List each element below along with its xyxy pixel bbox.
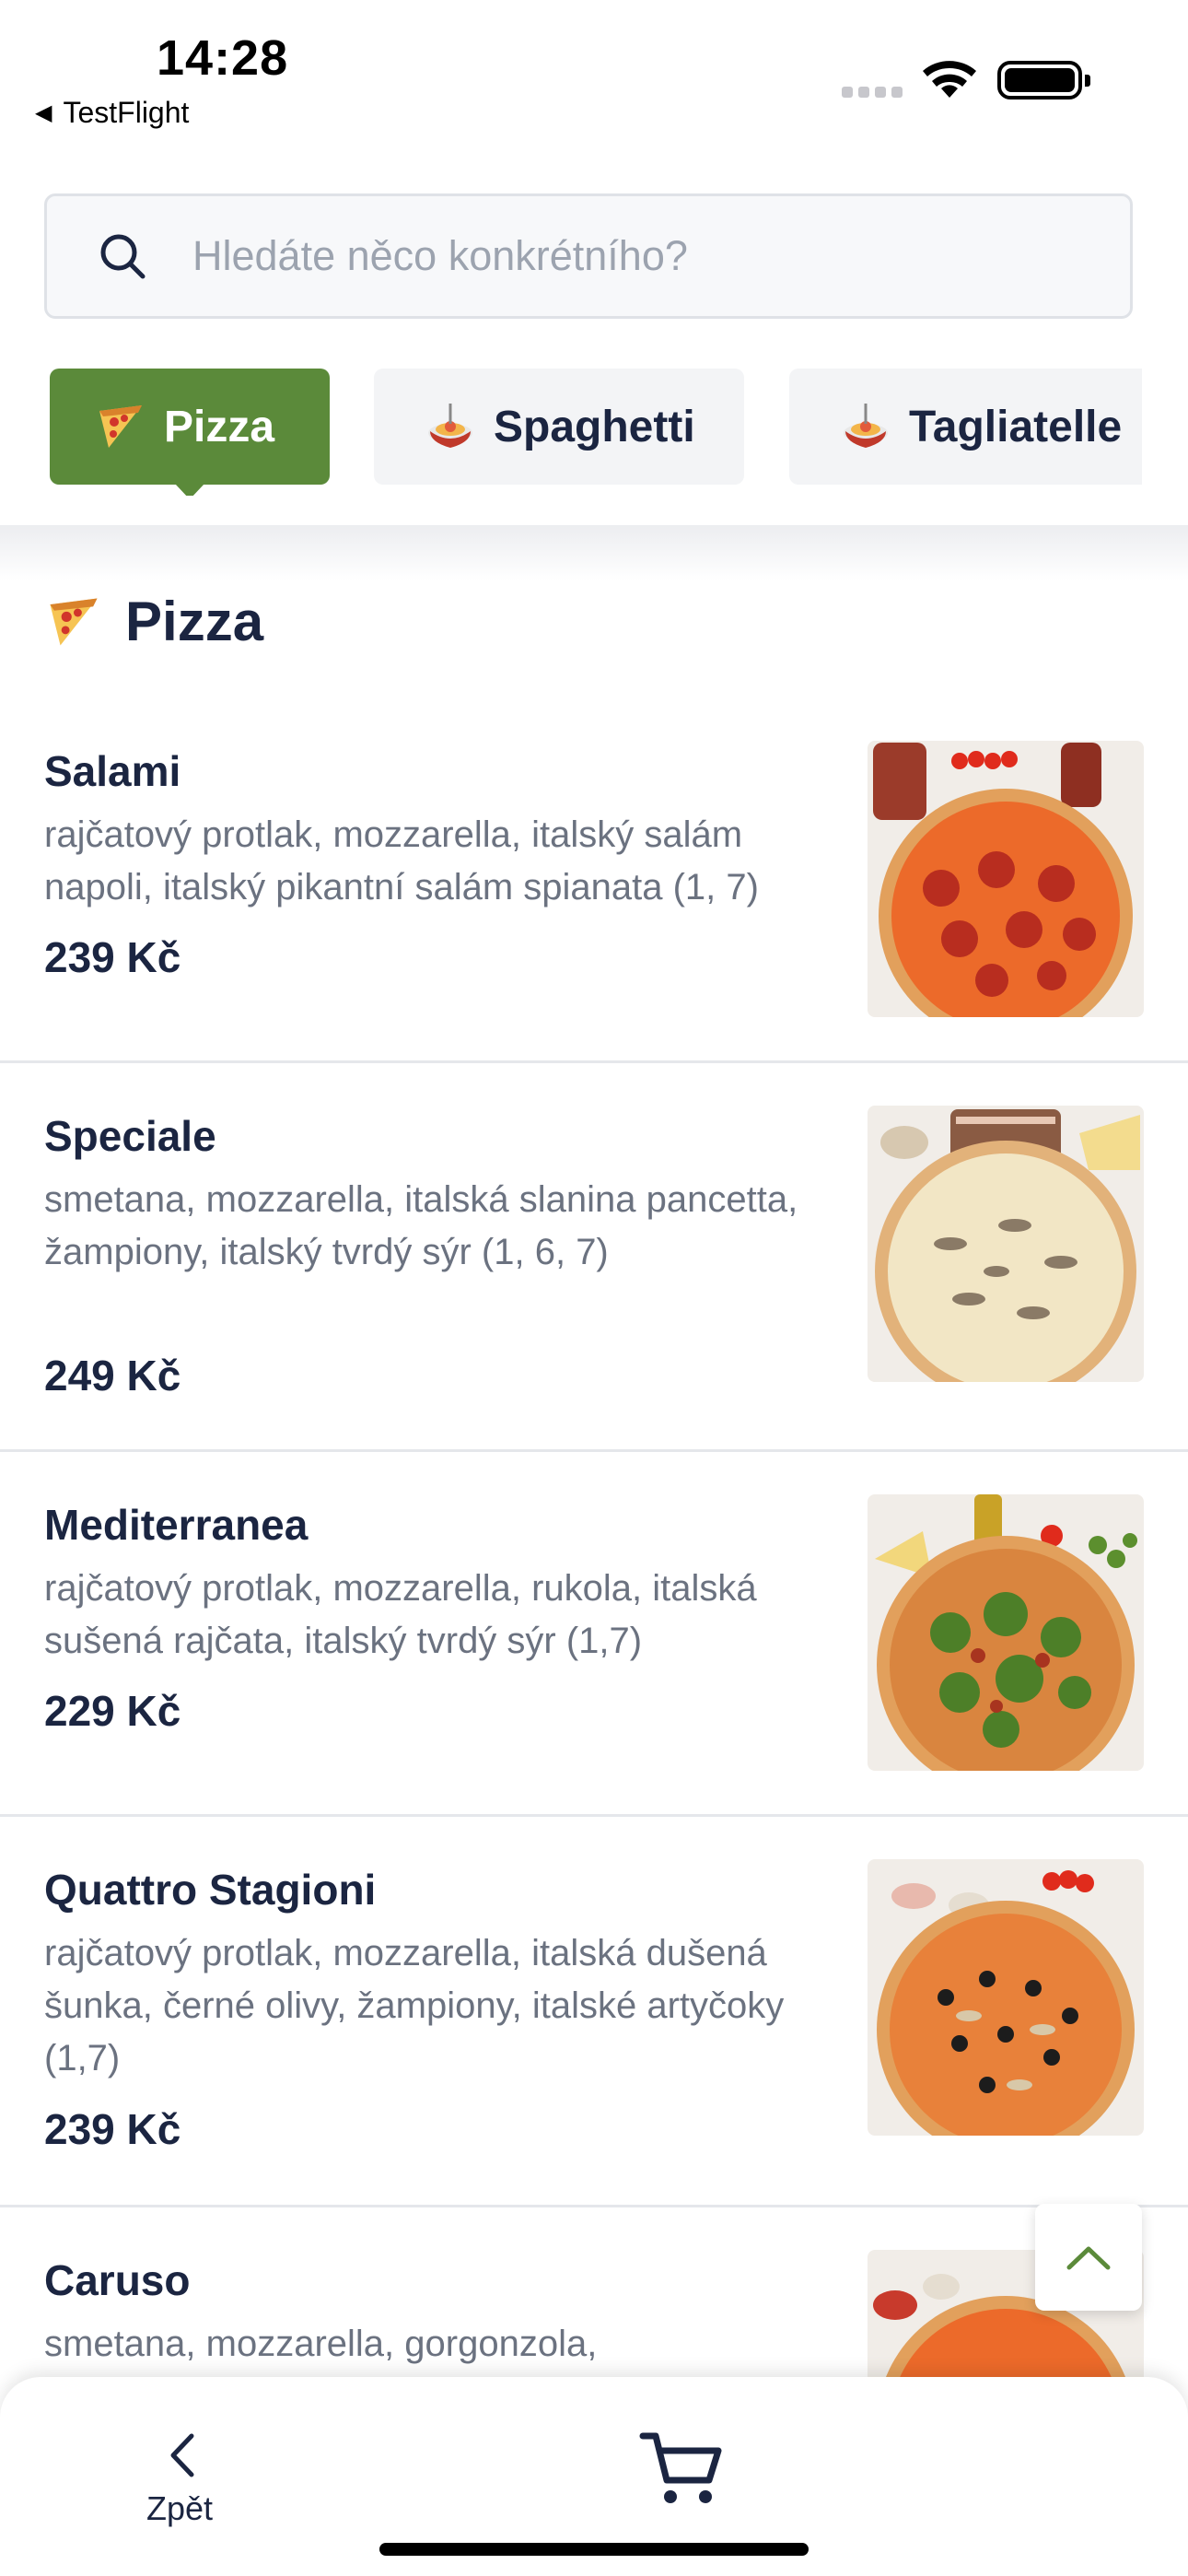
section-title: Pizza	[46, 590, 263, 653]
item-name: Quattro Stagioni	[44, 1866, 377, 1914]
tab-pizza[interactable]: Pizza	[50, 369, 330, 496]
status-time: 14:28	[157, 30, 289, 86]
item-photo	[868, 1106, 1144, 1382]
item-divider	[0, 1449, 1188, 1452]
item-name: Speciale	[44, 1112, 216, 1160]
back-to-app-link[interactable]: ◀ TestFlight	[35, 96, 189, 130]
back-app-label: TestFlight	[63, 96, 190, 129]
tab-tagliatelle[interactable]: Tagliatelle	[789, 369, 1142, 485]
bottom-bar: Zpět	[0, 2377, 1188, 2576]
scroll-to-top-button[interactable]	[1035, 2204, 1142, 2311]
item-description: smetana, mozzarella, italská slanina pan…	[44, 1179, 798, 1272]
category-tabs: Pizza Spaghetti Tagliatelle	[0, 367, 1142, 496]
pizza-icon	[99, 405, 142, 448]
search-field[interactable]: Hledáte něco konkrétního?	[44, 193, 1133, 319]
back-button[interactable]: Zpět	[129, 2432, 230, 2534]
menu-item-mediterranea[interactable]: Mediterranea rajčatový protlak, mozzarel…	[0, 1491, 1188, 1813]
wifi-icon	[923, 61, 976, 98]
menu-item-quattro-stagioni[interactable]: Quattro Stagioni rajčatový protlak, mozz…	[0, 1856, 1188, 2206]
item-description: rajčatový protlak, mozzarella, rukola, i…	[44, 1568, 757, 1661]
section-title-label: Pizza	[125, 591, 264, 652]
chevron-left-icon	[170, 2433, 194, 2477]
item-description: rajčatový protlak, mozzarella, italský s…	[44, 814, 759, 907]
item-photo	[868, 741, 1144, 1017]
item-description: rajčatový protlak, mozzarella, italská d…	[44, 1933, 785, 2078]
item-photo	[868, 1859, 1144, 2136]
back-triangle-icon: ◀	[35, 100, 52, 125]
tab-spaghetti-label: Spaghetti	[494, 402, 695, 451]
cart-icon[interactable]	[635, 2423, 728, 2515]
item-price: 239 Kč	[44, 2105, 181, 2153]
status-bar: 14:28 ◀ TestFlight	[0, 0, 1188, 138]
item-name: Salami	[44, 747, 181, 795]
back-button-label: Zpět	[146, 2489, 214, 2527]
tab-pizza-label: Pizza	[164, 402, 275, 451]
item-description: smetana, mozzarella, gorgonzola,	[44, 2324, 598, 2364]
item-price: 229 Kč	[44, 1687, 181, 1735]
item-divider	[0, 1060, 1188, 1063]
battery-icon	[997, 61, 1090, 100]
menu-item-speciale[interactable]: Speciale smetana, mozzarella, italská sl…	[0, 1102, 1188, 1452]
spaghetti-icon	[844, 404, 888, 448]
home-indicator	[379, 2543, 809, 2556]
pizza-icon	[50, 597, 98, 646]
item-price: 239 Kč	[44, 933, 181, 981]
chevron-up-icon	[1066, 2246, 1111, 2270]
item-price: 249 Kč	[44, 1352, 181, 1399]
item-name: Caruso	[44, 2256, 191, 2304]
search-placeholder: Hledáte něco konkrétního?	[192, 232, 688, 279]
cellular-signal-icon	[842, 87, 903, 98]
menu-item-salami[interactable]: Salami rajčatový protlak, mozzarella, it…	[0, 737, 1188, 1060]
item-divider	[0, 1814, 1188, 1817]
header-shadow	[0, 525, 1188, 580]
tab-spaghetti[interactable]: Spaghetti	[374, 369, 744, 485]
item-name: Mediterranea	[44, 1501, 309, 1549]
spaghetti-icon	[428, 404, 472, 448]
item-divider	[0, 2205, 1188, 2207]
tab-tagliatelle-label: Tagliatelle	[909, 402, 1123, 451]
search-icon	[100, 234, 146, 279]
item-photo	[868, 1494, 1144, 1771]
